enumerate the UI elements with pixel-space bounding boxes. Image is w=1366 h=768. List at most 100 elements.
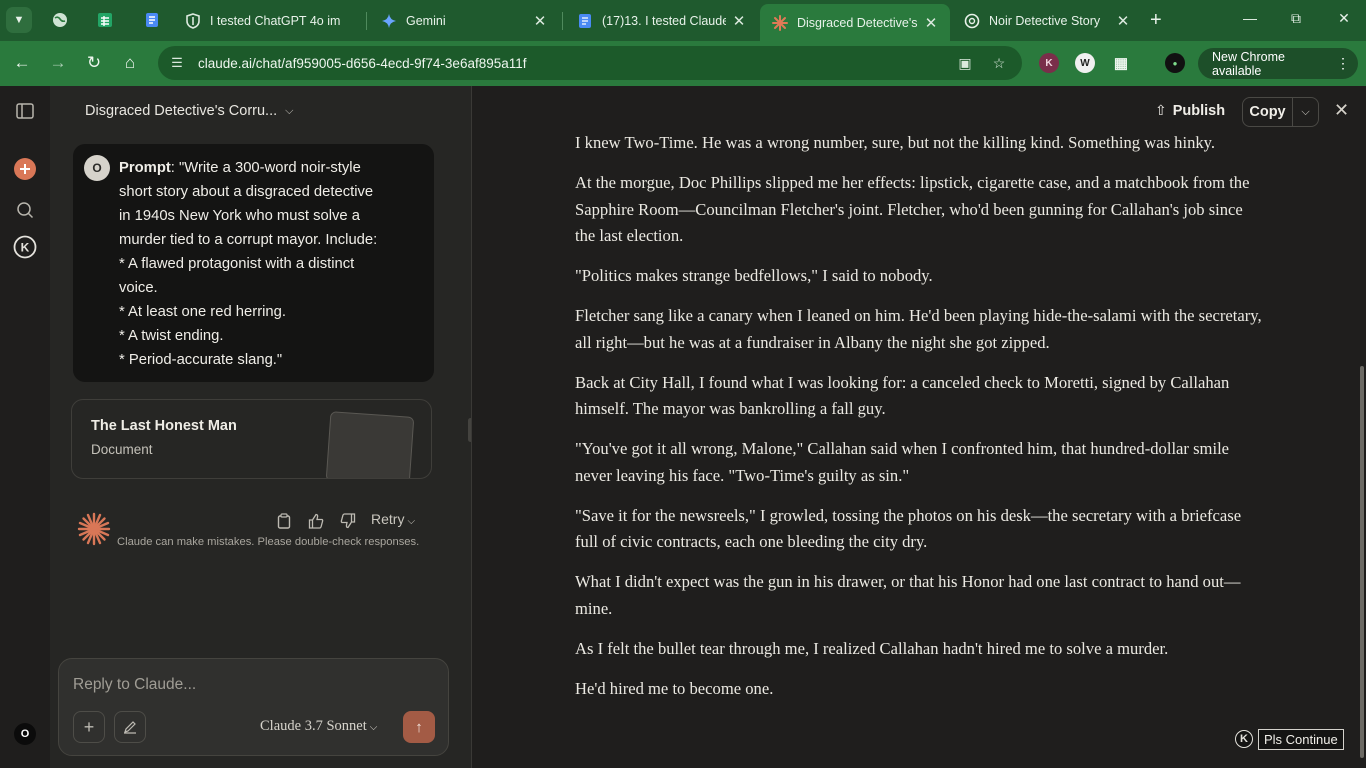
plus-icon (14, 158, 36, 180)
pinned-tab-globe[interactable] (45, 6, 75, 34)
user-message-text: Prompt: "Write a 300-word noir-style sho… (119, 156, 411, 372)
window-close-icon[interactable]: ✕ (1334, 10, 1354, 27)
arrow-up-icon: ↑ (415, 718, 423, 736)
publish-button[interactable]: ⇧ Publish (1155, 102, 1225, 119)
svg-text:K: K (21, 241, 30, 255)
sheets-icon (98, 13, 112, 27)
tab-chatgpt-article[interactable]: I tested ChatGPT 4o im (173, 4, 363, 37)
document-thumbnail (325, 411, 415, 478)
prompt-line: voice. (119, 280, 158, 296)
copy-button-group: Copy ⌵ (1242, 97, 1319, 127)
new-tab-plus-icon[interactable]: + (1150, 10, 1162, 30)
thumbs-up-icon[interactable] (307, 512, 325, 530)
chat-title-dropdown[interactable]: Disgraced Detective's Corru... ⌵ (85, 103, 293, 119)
more-vertical-icon[interactable]: ⋮ (1336, 55, 1350, 72)
docs-icon (577, 13, 593, 29)
profile-avatar-icon[interactable]: ● (1165, 53, 1185, 73)
reply-input[interactable]: Reply to Claude... (73, 676, 196, 694)
thumbs-down-icon[interactable] (339, 512, 357, 530)
prompt-line: Prompt: "Write a 300-word noir-style (119, 156, 411, 180)
user-avatar[interactable]: O (13, 722, 37, 746)
pinned-tab-docs[interactable] (137, 6, 167, 34)
close-icon[interactable]: ✕ (1334, 100, 1349, 121)
reply-composer[interactable]: Reply to Claude... + Claude 3.7 Sonnet ⌵ … (58, 658, 449, 756)
install-app-icon[interactable]: ▣ (954, 55, 976, 72)
copy-options-chevron-icon[interactable]: ⌵ (1293, 106, 1318, 119)
story-paragraph: As I felt the bullet tear through me, I … (575, 638, 1169, 658)
k-extension-badge[interactable]: K (1235, 730, 1253, 748)
story-paragraph: What I didn't expect was the gun in his … (575, 572, 1241, 618)
prompt-line: in 1940s New York who must solve a (119, 208, 360, 224)
extension-k-icon[interactable]: K (1039, 53, 1059, 73)
close-icon[interactable]: ✕ (730, 12, 748, 30)
model-selector[interactable]: Claude 3.7 Sonnet ⌵ (260, 718, 377, 735)
tab-docs-claude[interactable]: (17)13. I tested Claude ✕ (565, 4, 758, 37)
story-paragraph: Back at City Hall, I found what I was lo… (575, 372, 1230, 419)
reload-icon[interactable]: ↻ (82, 51, 106, 75)
claude-spark-icon (772, 14, 788, 31)
tab-title: Gemini (406, 13, 446, 28)
sidebar-toggle-icon[interactable] (13, 99, 37, 123)
shield-icon (185, 12, 201, 29)
close-icon[interactable]: ✕ (1114, 12, 1132, 30)
scrollbar-thumb[interactable] (1360, 366, 1364, 758)
story-paragraph: "You've got it all wrong, Malone," Calla… (575, 439, 1230, 485)
chats-search-icon[interactable] (13, 198, 37, 222)
url-text[interactable]: claude.ai/chat/af959005-d656-4ecd-9f74-3… (198, 56, 954, 71)
tab-noir-story[interactable]: Noir Detective Story ✕ (952, 4, 1142, 37)
forward-arrow-icon[interactable]: → (46, 51, 70, 75)
copy-icon[interactable] (275, 512, 293, 530)
pinned-tab-sheets[interactable] (90, 6, 120, 34)
extensions-puzzle-icon[interactable]: ▦ (1111, 53, 1131, 73)
new-chat-button[interactable] (13, 157, 37, 181)
minimize-icon[interactable]: — (1240, 10, 1260, 26)
pls-continue-button[interactable]: Pls Continue (1258, 729, 1344, 750)
gemini-star-icon (381, 13, 397, 29)
close-icon[interactable]: ✕ (531, 12, 549, 30)
prompt-line: short story about a disgraced detective (119, 184, 374, 200)
retry-label: Retry (371, 511, 405, 527)
send-button[interactable]: ↑ (403, 711, 435, 743)
address-bar[interactable]: ☰ claude.ai/chat/af959005-d656-4ecd-9f74… (158, 46, 1022, 80)
story-paragraph: I knew Two-Time. He was a wrong number, … (575, 133, 1216, 152)
prompt-line: * A twist ending. (119, 328, 224, 344)
publish-label: Publish (1172, 102, 1226, 119)
chrome-update-button[interactable]: New Chrome available ⋮ (1198, 48, 1358, 79)
bookmark-star-icon[interactable]: ☆ (988, 55, 1010, 72)
attach-plus-button[interactable]: + (73, 711, 105, 743)
prompt-text: : "Write a 300-word noir-style (170, 160, 361, 176)
chevron-down-icon: ▼ (13, 14, 25, 26)
chevron-down-icon: ⌵ (407, 516, 416, 527)
artifact-scrollbar[interactable] (1356, 86, 1366, 768)
extension-w-icon[interactable]: W (1075, 53, 1095, 73)
story-paragraph: He'd hired me to become one. (575, 678, 774, 698)
tab-gemini[interactable]: Gemini ✕ (369, 4, 559, 37)
artifact-card[interactable]: The Last Honest Man Document (71, 399, 432, 479)
browser-toolbar: ← → ↻ ⌂ ☰ claude.ai/chat/af959005-d656-4… (0, 41, 1366, 86)
tab-claude-active[interactable]: Disgraced Detective's C ✕ (760, 4, 950, 41)
home-icon[interactable]: ⌂ (118, 51, 142, 75)
retry-button[interactable]: Retry ⌵ (371, 511, 415, 527)
tab-title: Noir Detective Story (989, 13, 1101, 28)
tab-search-button[interactable]: ▼ (6, 7, 32, 33)
tools-button[interactable] (114, 711, 146, 743)
k-extension-icon[interactable]: K (13, 235, 37, 259)
user-initial: O (14, 723, 36, 745)
left-rail: K O (0, 86, 50, 768)
copy-button[interactable]: Copy (1243, 98, 1293, 126)
prompt-line: * A flawed protagonist with a distinct (119, 256, 355, 272)
response-actions: Retry ⌵ Claude can make mistakes. Please … (77, 510, 457, 550)
update-label: New Chrome available (1212, 49, 1285, 78)
chevron-down-icon: ⌵ (369, 722, 378, 733)
artifact-header: ⇧ Publish Copy ⌵ ✕ (472, 86, 1366, 136)
share-icon: ⇧ (1155, 102, 1167, 118)
disclaimer-text: Claude can make mistakes. Please double-… (117, 536, 420, 548)
close-icon[interactable]: ✕ (922, 14, 940, 32)
back-arrow-icon[interactable]: ← (10, 51, 34, 75)
prompt-label: Prompt (119, 160, 171, 176)
prompt-line: murder tied to a corrupt mayor. Include: (119, 232, 378, 248)
site-settings-icon[interactable]: ☰ (166, 55, 188, 71)
tab-title: I tested ChatGPT 4o im (210, 13, 341, 28)
chat-title: Disgraced Detective's Corru... (85, 103, 278, 119)
restore-icon[interactable]: ⧉ (1286, 10, 1306, 27)
